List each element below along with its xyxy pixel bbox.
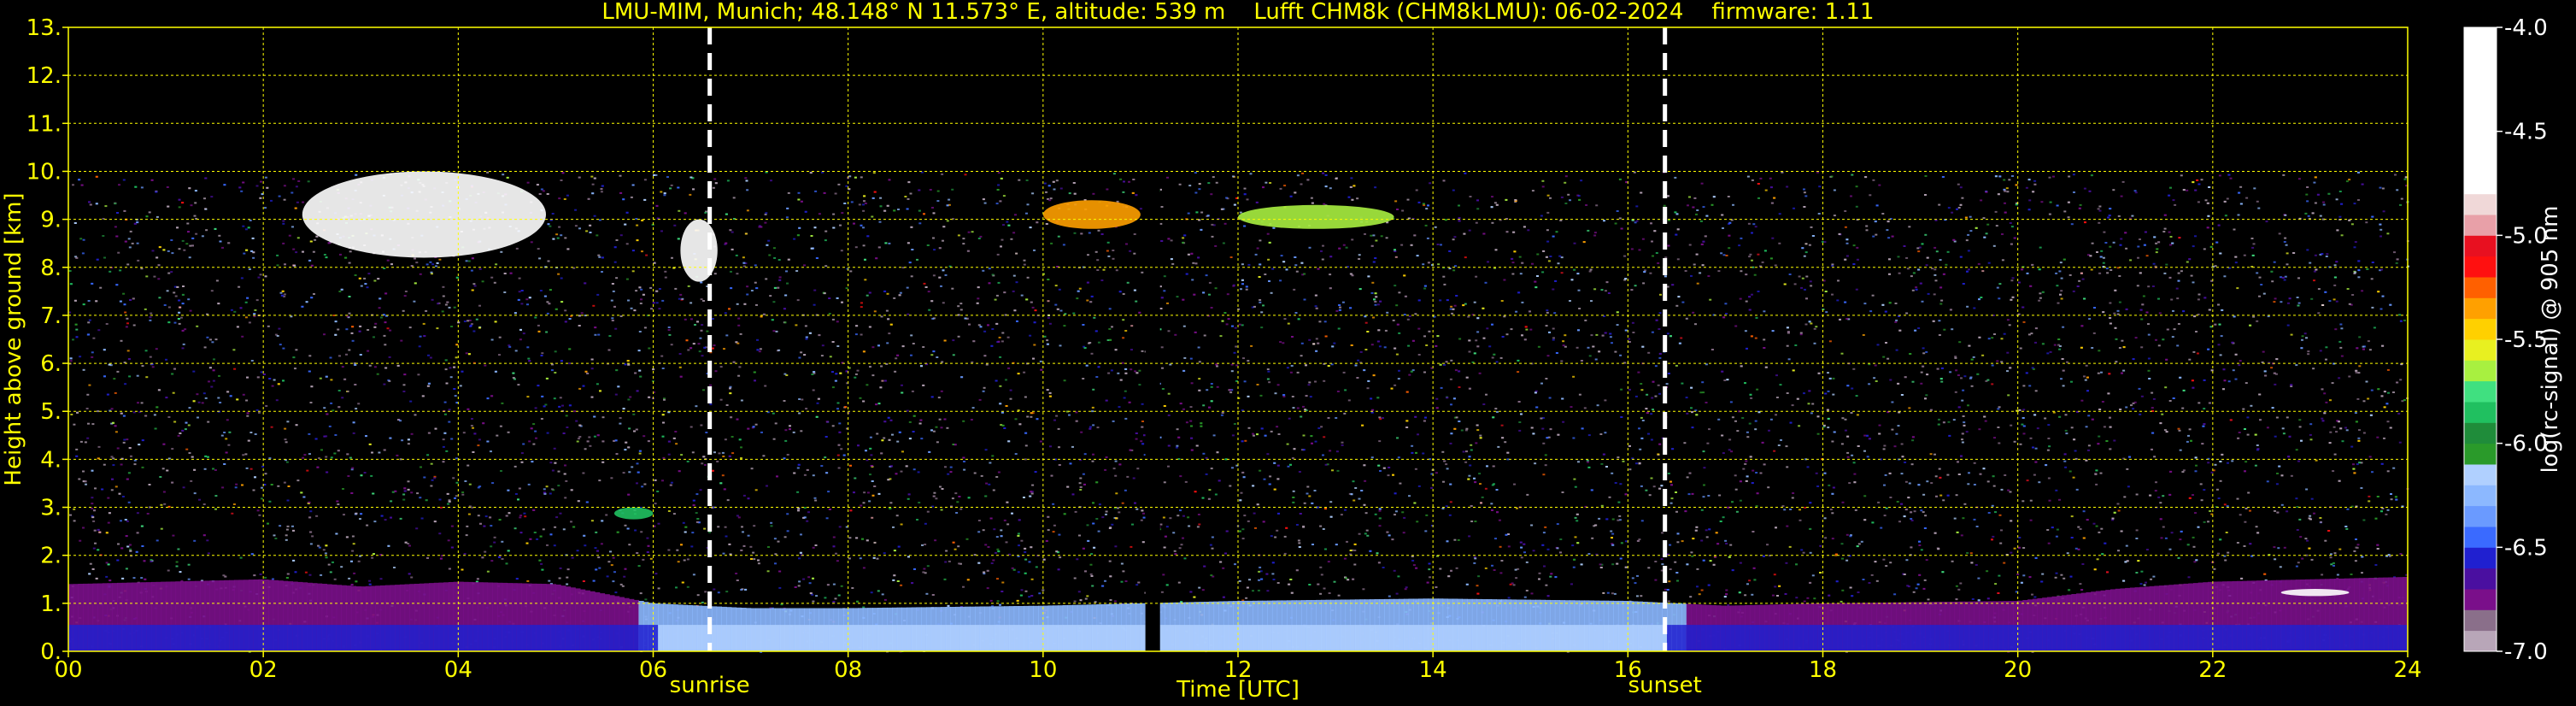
y-tick-label: 2. <box>40 544 62 569</box>
y-tick-label: 12. <box>26 63 62 89</box>
colorbar-swatch <box>2464 568 2497 590</box>
aerosol-feature <box>613 507 654 520</box>
x-tick-label: 06 <box>639 657 667 683</box>
x-tick-label: 02 <box>249 657 278 683</box>
y-tick-label: 6. <box>40 351 62 377</box>
x-tick-label: 14 <box>1419 657 1447 683</box>
colorbar-tick-label: -4.5 <box>2504 120 2548 145</box>
sunrise-label: sunrise <box>670 673 750 698</box>
y-tick-label: 10. <box>26 159 62 185</box>
colorbar-tick-label: -4.0 <box>2504 15 2548 41</box>
colorbar-swatch <box>2464 380 2497 403</box>
chart-title: LMU-MIM, Munich; 48.148° N 11.573° E, al… <box>601 0 1874 25</box>
x-tick-label: 04 <box>444 657 472 683</box>
cloud-feature <box>302 171 546 258</box>
y-tick-label: 0. <box>40 639 62 665</box>
colorbar-swatch <box>2464 235 2497 257</box>
plot-area: sunrise sunset <box>67 26 2409 698</box>
colorbar-label: log(rc-signal) @ 905 nm <box>2538 206 2563 474</box>
colorbar-tick-label: -7.0 <box>2504 639 2548 665</box>
y-tick-label: 1. <box>40 591 62 617</box>
colorbar-swatch <box>2464 193 2497 215</box>
y-tick-label: 5. <box>40 399 62 425</box>
x-tick-label: 16 <box>1614 657 1642 683</box>
y-tick-label: 3. <box>40 496 62 521</box>
colorbar-swatch <box>2464 297 2497 320</box>
colorbar-swatch <box>2464 422 2497 444</box>
x-tick-label: 18 <box>1809 657 1837 683</box>
y-tick-label: 11. <box>26 111 62 137</box>
colorbar-swatch <box>2464 589 2497 610</box>
colorbar-swatch <box>2464 27 2497 195</box>
cloud-feature <box>1238 204 1394 229</box>
y-tick-label: 9. <box>40 208 62 233</box>
cloud-feature <box>2280 589 2350 597</box>
x-axis-label: Time [UTC] <box>1176 677 1300 703</box>
colorbar-swatch <box>2464 339 2497 361</box>
colorbar-swatch <box>2464 402 2497 423</box>
ceilometer-chart: LMU-MIM, Munich; 48.148° N 11.573° E, al… <box>0 0 2576 706</box>
x-tick-label: 24 <box>2393 657 2421 683</box>
y-tick-label: 4. <box>40 447 62 473</box>
colorbar-swatch <box>2464 215 2497 236</box>
colorbar-swatch <box>2464 277 2497 298</box>
data-gap <box>1145 171 1160 651</box>
cloud-feature <box>680 219 718 282</box>
y-tick-label: 7. <box>40 303 62 329</box>
colorbar-swatch <box>2464 360 2497 382</box>
y-axis-label: Height above ground [km] <box>1 192 26 485</box>
x-tick-label: 10 <box>1029 657 1057 683</box>
colorbar-swatch <box>2464 318 2497 340</box>
colorbar-swatch <box>2464 464 2497 485</box>
cloud-feature <box>1042 200 1141 229</box>
y-tick-label: 13. <box>26 15 62 41</box>
colorbar-swatch <box>2464 256 2497 278</box>
colorbar-swatch <box>2464 485 2497 507</box>
colorbar-swatch <box>2464 547 2497 569</box>
y-tick-label: 8. <box>40 256 62 281</box>
x-tick-label: 08 <box>834 657 862 683</box>
colorbar-swatch <box>2464 609 2497 632</box>
colorbar-tick-label: -6.5 <box>2504 535 2548 561</box>
x-tick-label: 22 <box>2198 657 2227 683</box>
colorbar-swatch <box>2464 630 2497 652</box>
colorbar-swatch <box>2464 505 2497 527</box>
x-tick-label: 20 <box>2004 657 2032 683</box>
colorbar-swatch <box>2464 527 2497 548</box>
colorbar-swatch <box>2464 443 2497 465</box>
